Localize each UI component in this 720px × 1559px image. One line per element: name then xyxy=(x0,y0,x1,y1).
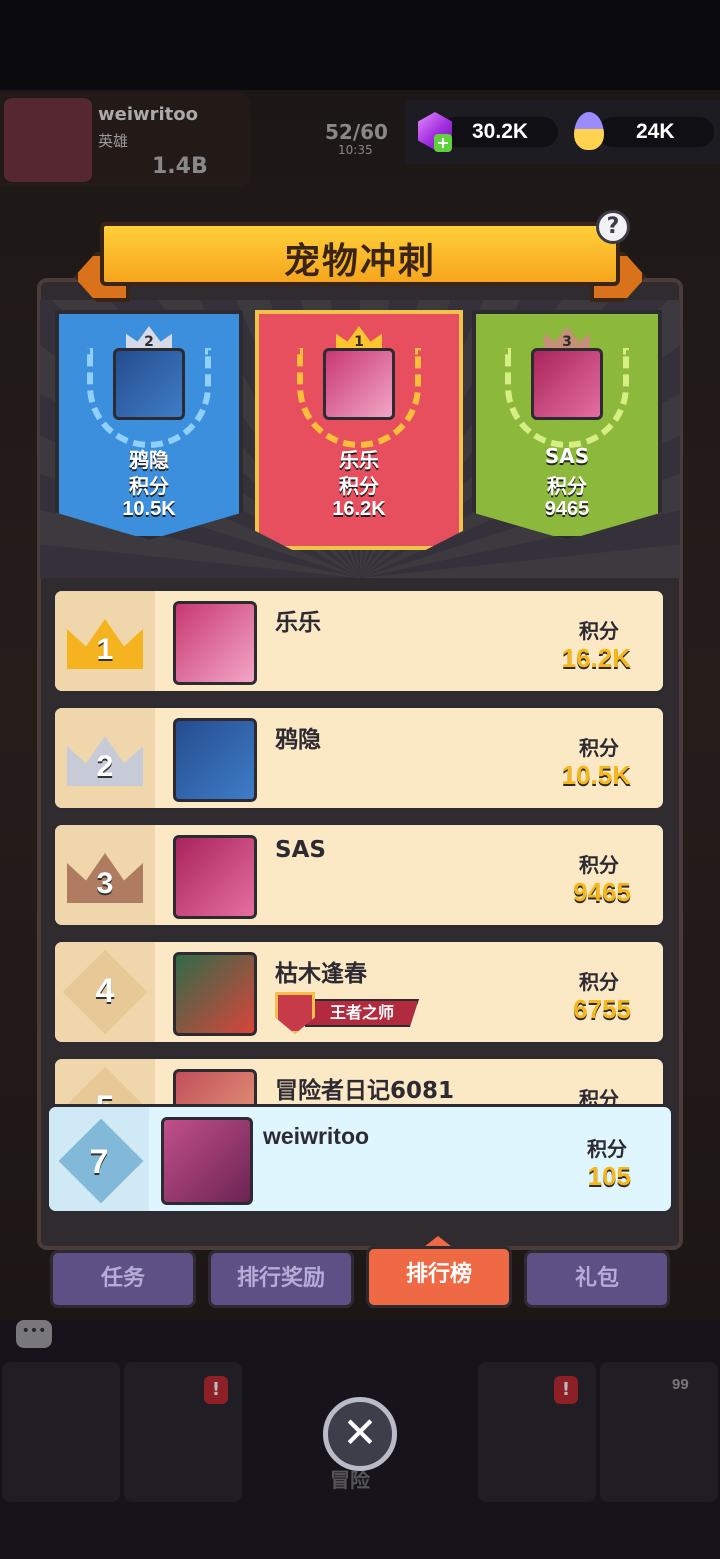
leaderboard-row[interactable]: 2 鸦隐 积分 10.5K xyxy=(52,705,666,811)
row-score: 16.2K xyxy=(561,643,631,673)
row-score: 10.5K xyxy=(561,760,631,790)
tab-leaderboard[interactable]: 排行榜 xyxy=(366,1246,512,1308)
podium-name: SAS xyxy=(544,444,590,468)
row-score-label: 积分 xyxy=(579,619,619,643)
pet-avatar xyxy=(173,601,257,685)
nav-treasure xyxy=(600,1362,718,1502)
nav-upgrade xyxy=(478,1362,596,1502)
leaderboard-row[interactable]: 1 乐乐 积分 16.2K xyxy=(52,588,666,694)
podium-rank-2[interactable]: 2 鸦隐 积分 10.5K xyxy=(55,310,243,540)
tab-gift-pack[interactable]: 礼包 xyxy=(524,1250,670,1308)
row-name: 乐乐 xyxy=(275,610,321,636)
pet-avatar xyxy=(173,835,257,919)
leaderboard-list[interactable]: 1 乐乐 积分 16.2K 2 鸦隐 积分 10.5K 3 SAS 积分 946… xyxy=(40,584,680,1104)
pet-avatar xyxy=(323,348,395,420)
podium-rank-3[interactable]: 3 SAS 积分 9465 xyxy=(472,310,662,540)
row-score: 9465 xyxy=(573,877,631,907)
close-button[interactable]: ✕ xyxy=(323,1397,397,1471)
row-score-label: 积分 xyxy=(579,853,619,877)
pet-avatar xyxy=(173,1069,257,1104)
pet-avatar xyxy=(173,952,257,1036)
podium-score: 16.2K xyxy=(332,498,386,520)
my-name: weiwritoo xyxy=(263,1123,370,1149)
podium-rank-1[interactable]: 1 乐乐 积分 16.2K xyxy=(255,310,463,550)
player-name: weiwritoo xyxy=(98,104,199,125)
my-rank-row[interactable]: 7 weiwritoo 积分 105 xyxy=(46,1104,674,1214)
player-power: 1.4B xyxy=(152,154,208,179)
count-badge: 99 xyxy=(672,1376,689,1393)
podium-score-label: 积分 xyxy=(129,474,169,498)
tab-tasks[interactable]: 任务 xyxy=(50,1250,196,1308)
tab-rank-rewards[interactable]: 排行奖励 xyxy=(208,1250,354,1308)
row-name: 鸦隐 xyxy=(275,727,321,753)
leaderboard-row[interactable]: 3 SAS 积分 9465 xyxy=(52,822,666,928)
row-name: 枯木逢春 xyxy=(275,961,367,987)
my-pet-avatar xyxy=(161,1117,253,1205)
chat-icon: ••• xyxy=(16,1320,52,1348)
podium-score: 9465 xyxy=(544,498,590,520)
add-gem-button[interactable]: + xyxy=(434,134,452,152)
podium-score: 10.5K xyxy=(122,498,176,520)
title-badge-label: 王者之师 xyxy=(305,999,419,1027)
nav-shop xyxy=(2,1362,120,1502)
pet-avatar xyxy=(113,348,185,420)
podium-score-label: 积分 xyxy=(547,474,587,498)
help-button[interactable]: ? xyxy=(596,210,630,244)
row-score-label: 积分 xyxy=(579,970,619,994)
leaderboard-row[interactable]: 5 冒险者日记6081 积分 xyxy=(52,1056,666,1104)
pet-avatar xyxy=(531,348,603,420)
leaderboard-row[interactable]: 4 枯木逢春 王者之师 积分 6755 xyxy=(52,939,666,1045)
pet-avatar xyxy=(173,718,257,802)
row-score-label: 积分 xyxy=(579,1087,619,1104)
row-score-label: 积分 xyxy=(579,736,619,760)
energy-counter: 52/60 xyxy=(325,120,388,144)
alert-badge: ! xyxy=(554,1376,578,1404)
podium-score-label: 积分 xyxy=(339,474,379,498)
egg-icon xyxy=(574,112,604,150)
shield-icon xyxy=(275,992,315,1034)
my-score: 105 xyxy=(587,1161,631,1191)
row-name: SAS xyxy=(275,837,326,863)
gem-amount: 30.2K xyxy=(472,120,529,143)
egg-amount: 24K xyxy=(636,120,675,143)
alert-badge: ! xyxy=(204,1376,228,1404)
podium-name: 乐乐 xyxy=(339,448,379,472)
my-rank: 7 xyxy=(89,1143,109,1181)
row-name: 冒险者日记6081 xyxy=(275,1078,455,1104)
podium-name: 鸦隐 xyxy=(129,448,169,472)
my-score-label: 积分 xyxy=(587,1137,627,1161)
row-rank: 5 xyxy=(55,1089,155,1104)
player-avatar xyxy=(4,98,92,182)
energy-timer: 10:35 xyxy=(338,143,373,157)
modal-title: 宠物冲刺 xyxy=(283,241,436,282)
row-rank: 4 xyxy=(95,972,115,1010)
row-score: 6755 xyxy=(573,994,631,1024)
player-title: 英雄 xyxy=(98,132,129,150)
